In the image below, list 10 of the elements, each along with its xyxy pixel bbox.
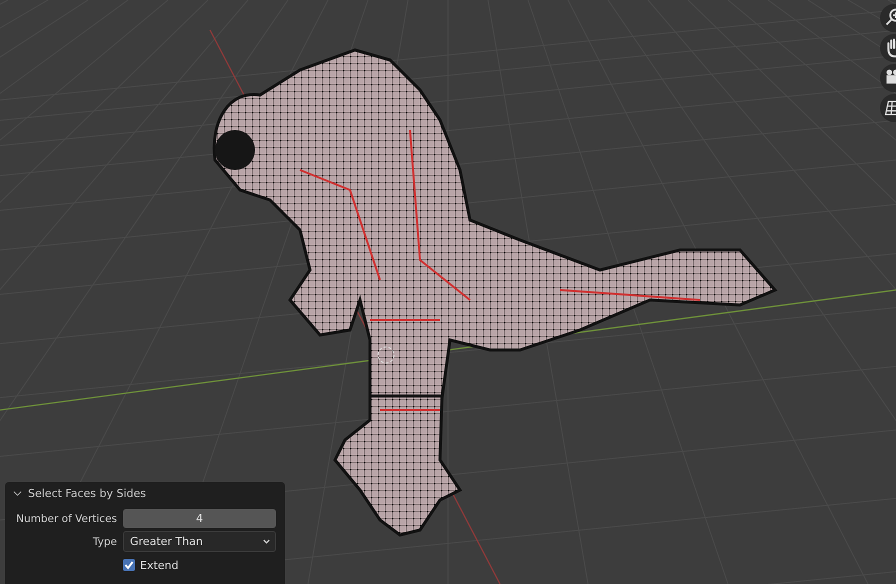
panel-title: Select Faces by Sides [28,487,146,500]
type-dropdown[interactable]: Greater Than [123,531,276,552]
chevron-icon[interactable] [13,489,22,498]
caret-icon [262,537,271,546]
field-label: Type [92,536,117,548]
checkbox-label: Extend [140,558,178,572]
field-label: Number of Vertices [15,512,117,524]
number-field[interactable]: 4 [123,509,276,528]
checkbox[interactable] [123,559,135,571]
3d-cursor-icon [378,346,394,364]
